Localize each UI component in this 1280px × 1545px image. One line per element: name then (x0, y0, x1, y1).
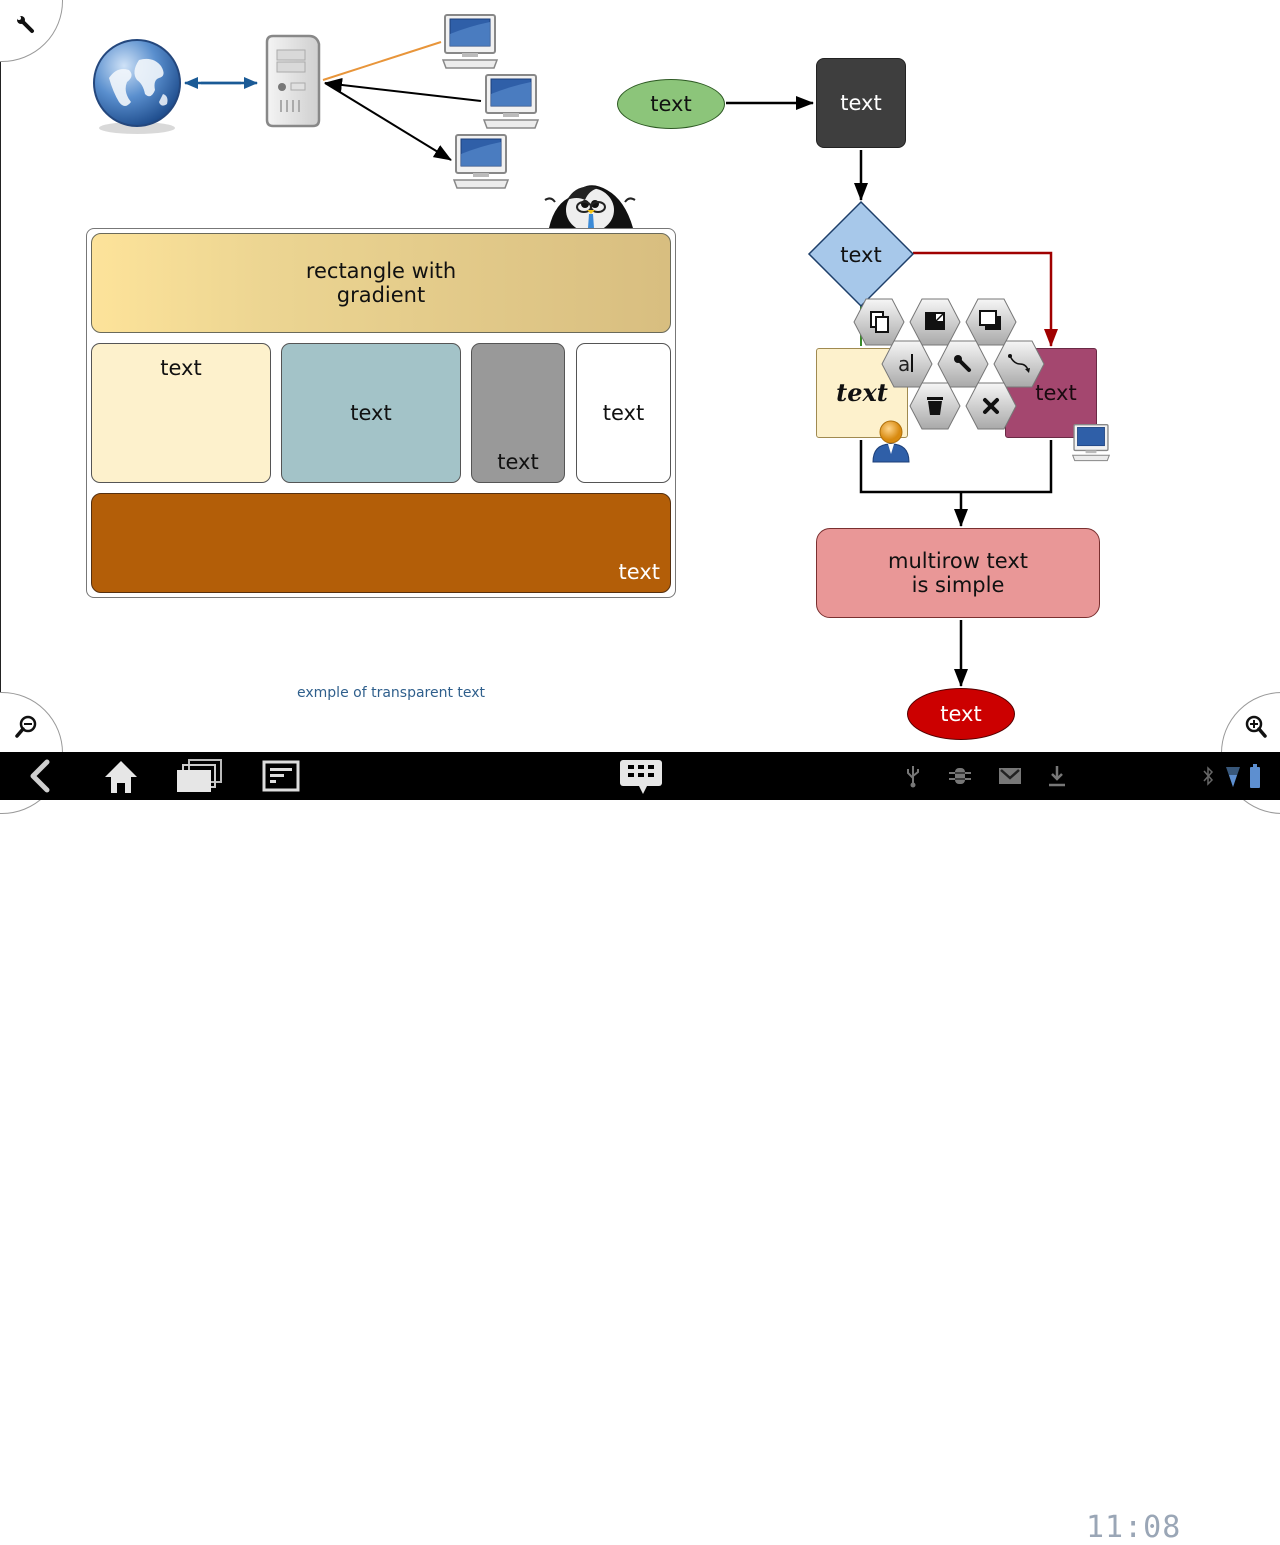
gray-box-label: text (497, 450, 539, 474)
server-icon[interactable] (263, 34, 321, 128)
computer-icon[interactable] (441, 14, 499, 70)
teal-box[interactable]: text (281, 343, 461, 483)
home-icon (105, 761, 137, 793)
zoom-in-icon (1245, 715, 1267, 738)
pink-box-label: multirow text is simple (888, 549, 1028, 597)
resize-button[interactable] (909, 298, 961, 346)
transparent-text[interactable]: exmple of transparent text (297, 685, 485, 701)
menu-icon (262, 760, 300, 792)
gradient-rectangle-label: rectangle with gradient (305, 259, 457, 307)
dark-box-label: text (840, 91, 882, 115)
close-button[interactable] (965, 382, 1017, 430)
computer-icon[interactable] (452, 134, 510, 190)
home-button[interactable] (100, 752, 142, 800)
debug-status-icon (946, 752, 974, 800)
back-button[interactable] (22, 752, 58, 800)
bring-to-front-button[interactable] (965, 298, 1017, 346)
delete-button[interactable] (909, 382, 961, 430)
gradient-rectangle[interactable]: rectangle with gradient (91, 233, 671, 333)
zoom-out-icon (15, 715, 37, 738)
pink-box[interactable]: multirow text is simple (816, 528, 1100, 618)
decision-diamond-label: text (840, 243, 882, 267)
brown-box-label: text (618, 560, 660, 584)
bluetooth-status-icon (1200, 752, 1216, 800)
wifi-status-icon (1224, 752, 1242, 800)
green-ellipse[interactable]: text (617, 79, 725, 129)
computer-icon (1071, 424, 1111, 462)
recent-apps-icon (177, 759, 222, 792)
wrench-icon (17, 16, 34, 33)
keyboard-icon (620, 760, 662, 794)
gray-box[interactable]: text (471, 343, 565, 483)
gmail-status-icon (996, 752, 1024, 800)
battery-status-icon (1246, 752, 1264, 800)
green-ellipse-label: text (650, 92, 692, 116)
globe-icon[interactable] (89, 38, 185, 136)
resize-icon (925, 312, 945, 330)
penguin-icon[interactable] (541, 180, 639, 228)
red-ellipse[interactable]: text (907, 688, 1015, 740)
status-clock[interactable]: 11:08 (1086, 1510, 1181, 1545)
text-cursor-icon: a (898, 352, 910, 376)
menu-button[interactable] (260, 752, 302, 800)
system-navbar: 11:08 (0, 752, 1280, 1545)
recent-apps-button[interactable] (175, 752, 225, 800)
dark-box[interactable]: text (816, 58, 906, 148)
teal-box-label: text (350, 401, 392, 425)
connect-button[interactable] (993, 340, 1045, 388)
cream-box[interactable]: text (91, 343, 271, 483)
white-box-label: text (602, 401, 645, 425)
back-icon (30, 759, 50, 793)
brown-box[interactable]: text (91, 493, 671, 593)
server-computer1-connector[interactable] (322, 41, 442, 81)
copy-button[interactable] (853, 298, 905, 346)
hex-context-menu: a (851, 296, 1051, 436)
edit-text-button[interactable]: a (881, 340, 933, 388)
red-ellipse-label: text (940, 702, 982, 726)
white-box[interactable]: text (576, 343, 671, 483)
download-status-icon (1046, 752, 1068, 800)
computer-icon[interactable] (482, 74, 540, 130)
diagram-canvas[interactable]: rectangle with gradient text text text t… (0, 0, 1280, 814)
cream-box-label: text (160, 356, 202, 380)
properties-button[interactable] (937, 340, 989, 388)
keyboard-button[interactable] (618, 752, 664, 800)
usb-status-icon (902, 752, 924, 800)
